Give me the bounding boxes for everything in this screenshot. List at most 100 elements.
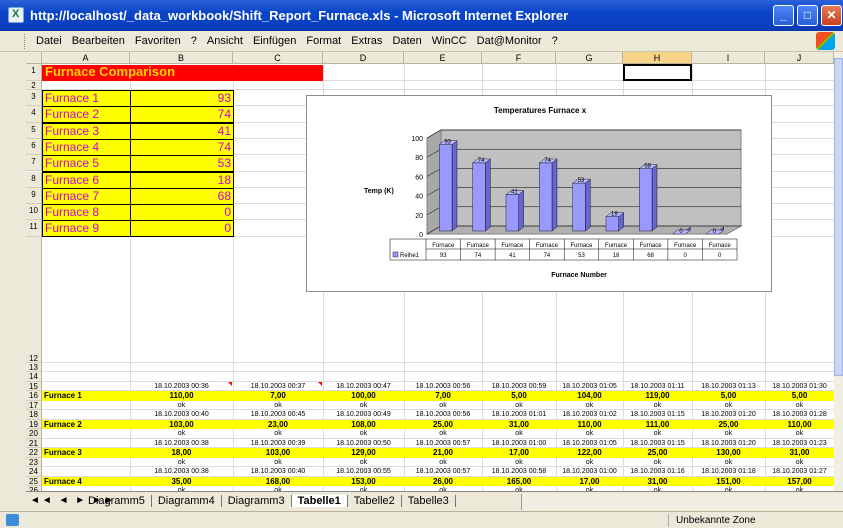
row-header[interactable]: 11 — [26, 220, 42, 237]
row-header[interactable]: 15 — [26, 381, 42, 392]
chart-bar — [439, 144, 453, 232]
log-status: ok — [177, 458, 186, 466]
row-header[interactable]: 19 — [26, 419, 42, 430]
log-status: ok — [439, 458, 447, 466]
chart-data-label: 74 — [544, 158, 551, 164]
column-header[interactable]: E — [404, 52, 482, 64]
chart-bar-side — [485, 158, 491, 232]
sheet-tab[interactable]: Tabelle3 — [402, 495, 456, 507]
row-header[interactable]: 16 — [26, 391, 42, 401]
log-status: ok — [274, 430, 282, 438]
log-timestamp: 18.10.2003 00:38 — [154, 439, 209, 447]
log-value: 157,00 — [787, 476, 812, 486]
row-header[interactable]: 2 — [26, 81, 42, 90]
log-value: 21,00 — [432, 448, 454, 458]
menu-item[interactable]: Bearbeiten — [72, 35, 125, 47]
log-value: 18,00 — [171, 448, 192, 458]
row-header[interactable]: 13 — [26, 362, 42, 373]
log-value: 5,00 — [511, 391, 527, 401]
row-header[interactable]: 3 — [26, 90, 42, 107]
row-header[interactable]: 10 — [26, 204, 42, 221]
row-header[interactable]: 20 — [26, 429, 42, 439]
menu-item[interactable]: ? — [191, 35, 197, 47]
log-value: 130,00 — [716, 448, 741, 458]
row-header[interactable]: 12 — [26, 236, 42, 363]
menu-item[interactable]: Einfügen — [253, 35, 296, 47]
chart-bar-side — [518, 190, 524, 232]
row-header[interactable]: 8 — [26, 171, 42, 188]
row-header[interactable]: 1 — [26, 64, 42, 81]
row-header[interactable]: 14 — [26, 372, 42, 382]
row-header[interactable]: 4 — [26, 106, 42, 123]
menu-item[interactable]: Daten — [392, 35, 421, 47]
log-value: 25,00 — [432, 419, 454, 429]
close-button[interactable]: ✕ — [821, 5, 842, 26]
toolbar-grip[interactable] — [24, 34, 27, 49]
log-status: ok — [795, 458, 804, 466]
status-bar: Unbekannte Zone — [0, 511, 843, 528]
spreadsheet-grid[interactable]: A B C D E F G H I J 1 2 3 4 5 6 7 8 9 10 11 12 13 14 15 16 17 18 19 2… — [26, 52, 834, 491]
menu-item[interactable]: Dat@Monitor — [477, 35, 542, 47]
chart-bar — [539, 162, 553, 232]
column-header[interactable]: A — [42, 52, 130, 64]
column-header[interactable]: C — [233, 52, 323, 64]
menu-item[interactable]: Ansicht — [207, 35, 243, 47]
log-status: ok — [795, 401, 804, 409]
chart[interactable]: 0 20 40 60 80 100 Temperatures Furnace x Temp (… — [306, 95, 772, 292]
menu-item[interactable]: Datei — [36, 35, 62, 47]
log-timestamp: 18.10.2003 01:28 — [772, 411, 827, 419]
row-header[interactable]: 9 — [26, 187, 42, 205]
select-all-corner[interactable] — [26, 52, 42, 64]
chart-y-tick: 0 — [419, 232, 423, 239]
sheet-tab[interactable]: Diagramm5 — [82, 495, 152, 507]
security-zone: Unbekannte Zone — [676, 515, 756, 526]
log-timestamp: 18.10.2003 00:39 — [250, 439, 306, 447]
menu-item[interactable]: Favoriten — [135, 35, 181, 47]
log-status: ok — [359, 401, 368, 409]
row-header[interactable]: 25 — [26, 476, 42, 487]
row-header[interactable]: 22 — [26, 448, 42, 458]
column-header[interactable]: G — [556, 52, 623, 64]
log-value: 17,00 — [579, 476, 600, 486]
windows-logo-icon — [816, 32, 835, 50]
minimize-button[interactable]: _ — [773, 5, 794, 26]
sheet-tab[interactable]: Tabelle2 — [348, 495, 402, 507]
column-header[interactable]: D — [323, 52, 404, 64]
menu-item[interactable]: ? — [552, 35, 558, 47]
row-header[interactable]: 18 — [26, 410, 42, 420]
column-header[interactable]: J — [765, 52, 834, 64]
row-header[interactable]: 7 — [26, 155, 42, 172]
column-header[interactable]: I — [692, 52, 765, 64]
active-cell[interactable] — [623, 64, 692, 81]
column-header[interactable]: H — [623, 52, 692, 64]
row-header[interactable]: 23 — [26, 457, 42, 468]
chart-table-value: 41 — [509, 253, 516, 259]
row-header[interactable]: 6 — [26, 138, 42, 156]
column-header[interactable]: B — [130, 52, 233, 64]
scrollbar-thumb[interactable] — [834, 58, 843, 376]
sheet-tab[interactable]: Tabelle1 — [291, 495, 348, 507]
horizontal-scrollbar[interactable] — [521, 494, 843, 510]
row-header[interactable]: 5 — [26, 122, 42, 139]
chart-data-label: 68 — [644, 164, 651, 170]
maximize-button[interactable]: □ — [797, 5, 818, 26]
menu-item[interactable]: Extras — [351, 35, 382, 47]
chart-x-tick: Furnace — [605, 243, 628, 249]
sheet-tab[interactable]: Diagramm4 — [152, 495, 222, 507]
row-header[interactable]: 21 — [26, 438, 42, 449]
column-header[interactable]: F — [482, 52, 556, 64]
menu-item[interactable]: WinCC — [432, 35, 467, 47]
row-header[interactable]: 24 — [26, 467, 42, 477]
menu-item[interactable]: Format — [306, 35, 341, 47]
window-title: http://localhost/_data_workbook/Shift_Re… — [30, 8, 569, 23]
log-timestamp: 18.10.2003 00:58 — [491, 468, 547, 476]
log-value: 35,00 — [171, 476, 192, 486]
log-value: 151,00 — [716, 476, 741, 486]
log-value: 165,00 — [506, 476, 532, 486]
sheet-tab[interactable]: Diagramm3 — [222, 495, 292, 507]
vertical-scrollbar[interactable] — [834, 52, 843, 491]
log-timestamp: 18.10.2003 00:56 — [415, 411, 471, 419]
row-header[interactable]: 17 — [26, 400, 42, 411]
log-value: 26,00 — [432, 476, 454, 486]
log-status: ok — [177, 430, 186, 438]
